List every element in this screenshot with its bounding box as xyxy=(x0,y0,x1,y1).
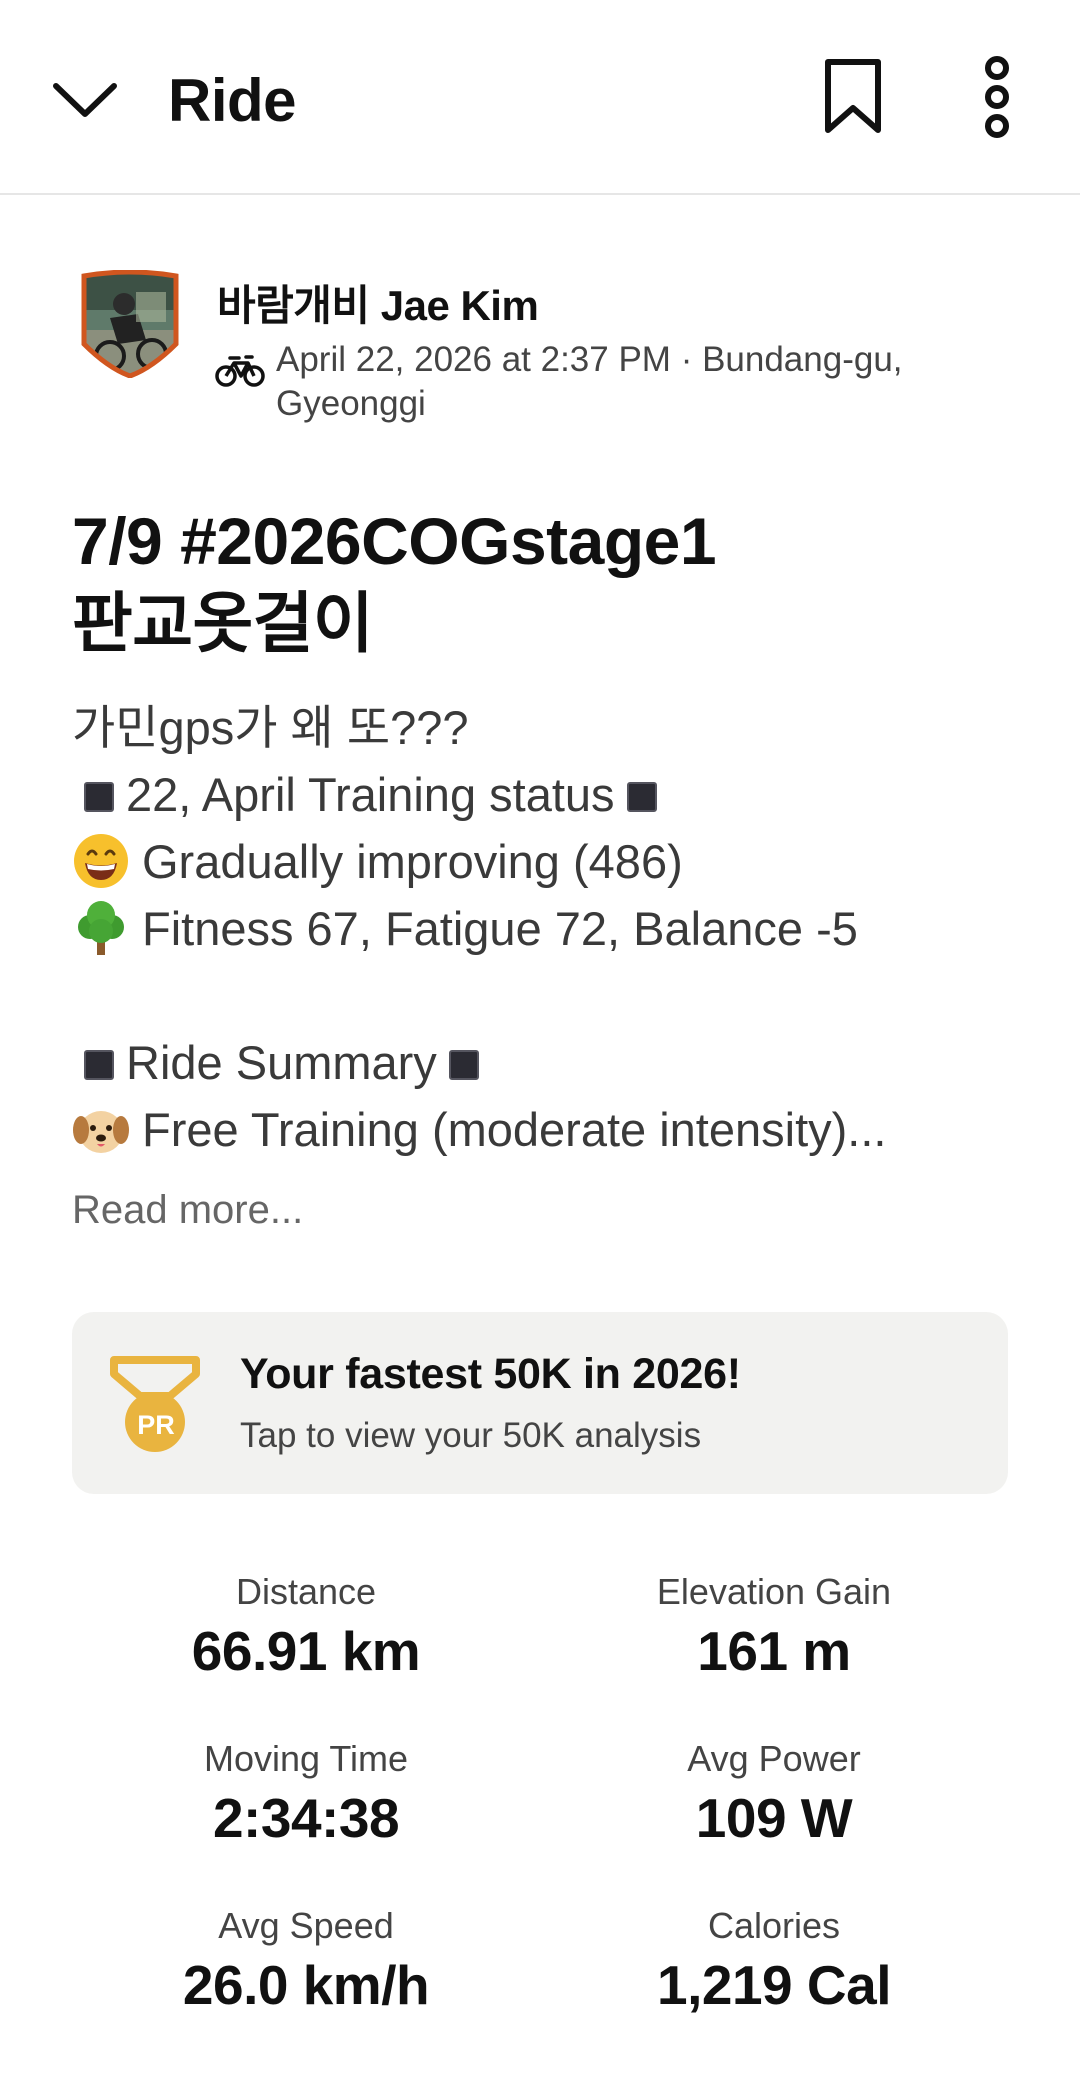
top-bar: Ride xyxy=(0,0,1080,195)
stat-value: 109 W xyxy=(695,1787,853,1849)
pr-card[interactable]: PR Your fastest 50K in 2026! Tap to view… xyxy=(72,1312,1008,1494)
page-title: Ride xyxy=(168,67,297,134)
description-text: Ride Summary xyxy=(126,1036,437,1089)
stat-avg-speed: Avg Speed 26.0 km/h xyxy=(72,1902,540,2020)
black-square-icon xyxy=(84,1050,114,1080)
bookmark-icon[interactable] xyxy=(822,58,884,134)
description-text: Fitness 67, Fatigue 72, Balance -5 xyxy=(142,902,858,955)
pr-badge-text: PR xyxy=(137,1410,175,1440)
stat-elevation-gain: Elevation Gain 161 m xyxy=(540,1568,1008,1686)
activity-description: 가민gps가 왜 또??? 22, April Training status … xyxy=(72,694,1032,1163)
stat-label: Avg Speed xyxy=(218,1905,394,1946)
activity-title: 7/9 #2026COGstage1 판교옷걸이 xyxy=(72,500,1012,664)
stat-label: Moving Time xyxy=(203,1738,409,1779)
black-square-icon xyxy=(84,782,114,812)
description-line: Free Training (moderate intensity)... xyxy=(72,1096,1032,1163)
stat-value: 26.0 km/h xyxy=(182,1954,430,2016)
athlete-header: 바람개비 Jae Kim April 22, 2026 at 2:37 PM ·… xyxy=(72,262,1012,432)
stat-calories: Calories 1,219 Cal xyxy=(540,1902,1008,2020)
stat-value: 161 m xyxy=(697,1620,851,1682)
chevron-down-icon[interactable] xyxy=(50,70,120,130)
more-vertical-icon[interactable] xyxy=(972,56,1022,138)
stat-label: Avg Power xyxy=(687,1738,861,1779)
activity-title-line: 판교옷걸이 xyxy=(72,586,374,660)
stat-value: 2:34:38 xyxy=(212,1787,400,1849)
black-square-icon xyxy=(448,1050,479,1080)
stat-value: 66.91 km xyxy=(191,1620,421,1682)
dog-face-icon xyxy=(73,1111,129,1153)
pr-subtitle: Tap to view your 50K analysis xyxy=(240,1416,702,1455)
stat-label: Calories xyxy=(707,1905,841,1946)
black-square-icon xyxy=(626,782,657,812)
description-blank-line xyxy=(72,962,1032,1029)
description-line: Ride Summary xyxy=(72,1029,1032,1096)
activity-meta: April 22, 2026 at 2:37 PM · Bundang-gu, … xyxy=(276,340,903,423)
description-line: Gradually improving (486) xyxy=(72,828,1032,895)
description-line: 22, April Training status xyxy=(72,761,1032,828)
stat-label: Elevation Gain xyxy=(656,1571,892,1612)
stat-distance: Distance 66.91 km xyxy=(72,1568,540,1686)
stat-label: Distance xyxy=(235,1571,377,1612)
tree-icon xyxy=(78,901,124,955)
stat-value: 1,219 Cal xyxy=(656,1954,892,2016)
pr-badge-label: PR xyxy=(137,1410,175,1440)
avatar[interactable] xyxy=(80,270,180,378)
description-text: 가민gps가 왜 또??? xyxy=(72,701,469,754)
description-text: Gradually improving (486) xyxy=(142,835,683,888)
activity-title-line: 7/9 #2026COGstage1 xyxy=(72,504,717,578)
description-line: 가민gps가 왜 또??? xyxy=(72,694,1032,761)
description-line: Fitness 67, Fatigue 72, Balance -5 xyxy=(72,895,1032,962)
pr-title: Your fastest 50K in 2026! xyxy=(240,1350,741,1398)
description-text: Free Training (moderate intensity)... xyxy=(142,1103,887,1156)
athlete-name[interactable]: 바람개비 Jae Kim xyxy=(217,272,539,333)
stat-avg-power: Avg Power 109 W xyxy=(540,1735,1008,1853)
stat-moving-time: Moving Time 2:34:38 xyxy=(72,1735,540,1853)
grinning-face-icon xyxy=(74,834,128,888)
bike-icon xyxy=(215,355,265,387)
read-more-link[interactable]: Read more... xyxy=(72,1188,303,1233)
pr-medal-icon xyxy=(110,1356,200,1452)
description-text: 22, April Training status xyxy=(126,768,615,821)
